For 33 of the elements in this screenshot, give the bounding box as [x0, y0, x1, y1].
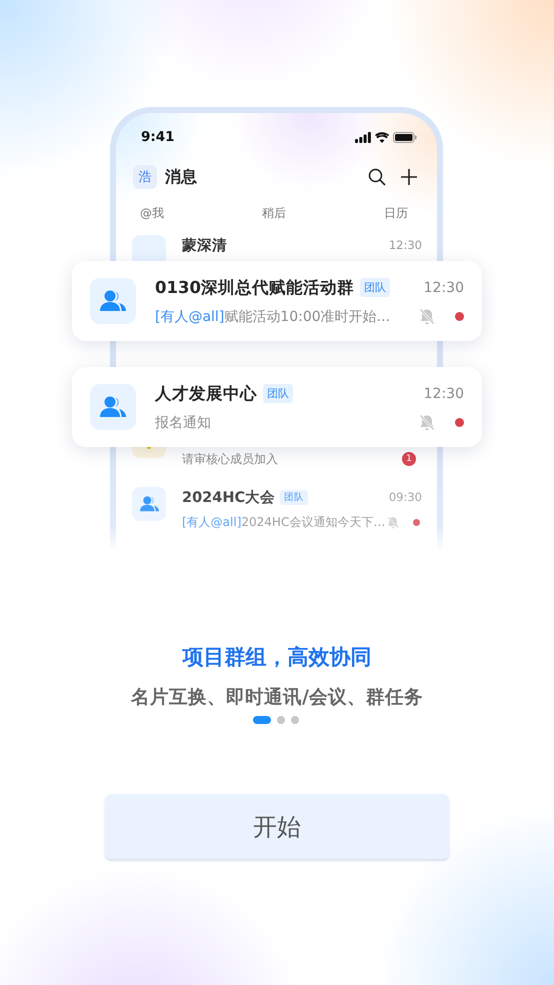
- wifi-icon: [375, 132, 389, 142]
- people-icon: [100, 395, 126, 419]
- chat-name: 0130深圳总代赋能活动群: [155, 276, 354, 298]
- message-preview: [有人@all]赋能活动10:00准时开始...: [155, 308, 390, 326]
- team-tag: 团队: [263, 384, 293, 403]
- people-icon: [140, 495, 158, 513]
- message-time: 09:30: [388, 490, 422, 504]
- headline: 项目群组，高效协同: [181, 644, 372, 671]
- team-tag: 团队: [360, 278, 390, 297]
- chat-name: 2024HC大会: [182, 488, 276, 506]
- message-time: 12:30: [388, 238, 422, 252]
- message-preview: [有人@all]2024HC会议通知今天下…: [182, 514, 386, 530]
- chat-name: 蒙深清: [182, 236, 227, 254]
- page-title: 消息: [165, 166, 197, 188]
- people-icon: [100, 289, 126, 313]
- signal-icon: [355, 132, 371, 142]
- chat-name: 人才发展中心: [155, 382, 257, 404]
- user-avatar: 浩: [133, 165, 157, 189]
- search-icon[interactable]: [368, 168, 386, 186]
- start-button[interactable]: 开始: [105, 794, 449, 859]
- status-time: 9:41: [141, 129, 175, 145]
- tab[interactable]: 日历: [384, 204, 408, 222]
- subtitle: 名片互换、即时通讯/会议、群任务: [130, 686, 424, 710]
- battery-icon: [393, 132, 417, 142]
- message-preview: 报名通知: [155, 414, 211, 432]
- add-icon[interactable]: [400, 168, 418, 186]
- message-preview: 请审核心成员加入: [182, 450, 278, 468]
- tab[interactable]: 稍后: [262, 204, 286, 222]
- tab[interactable]: @我: [140, 204, 164, 222]
- message-time: 12:30: [424, 280, 464, 296]
- team-tag: 团队: [280, 490, 308, 504]
- message-time: 12:30: [424, 386, 464, 402]
- unread-badge: 1: [402, 452, 416, 466]
